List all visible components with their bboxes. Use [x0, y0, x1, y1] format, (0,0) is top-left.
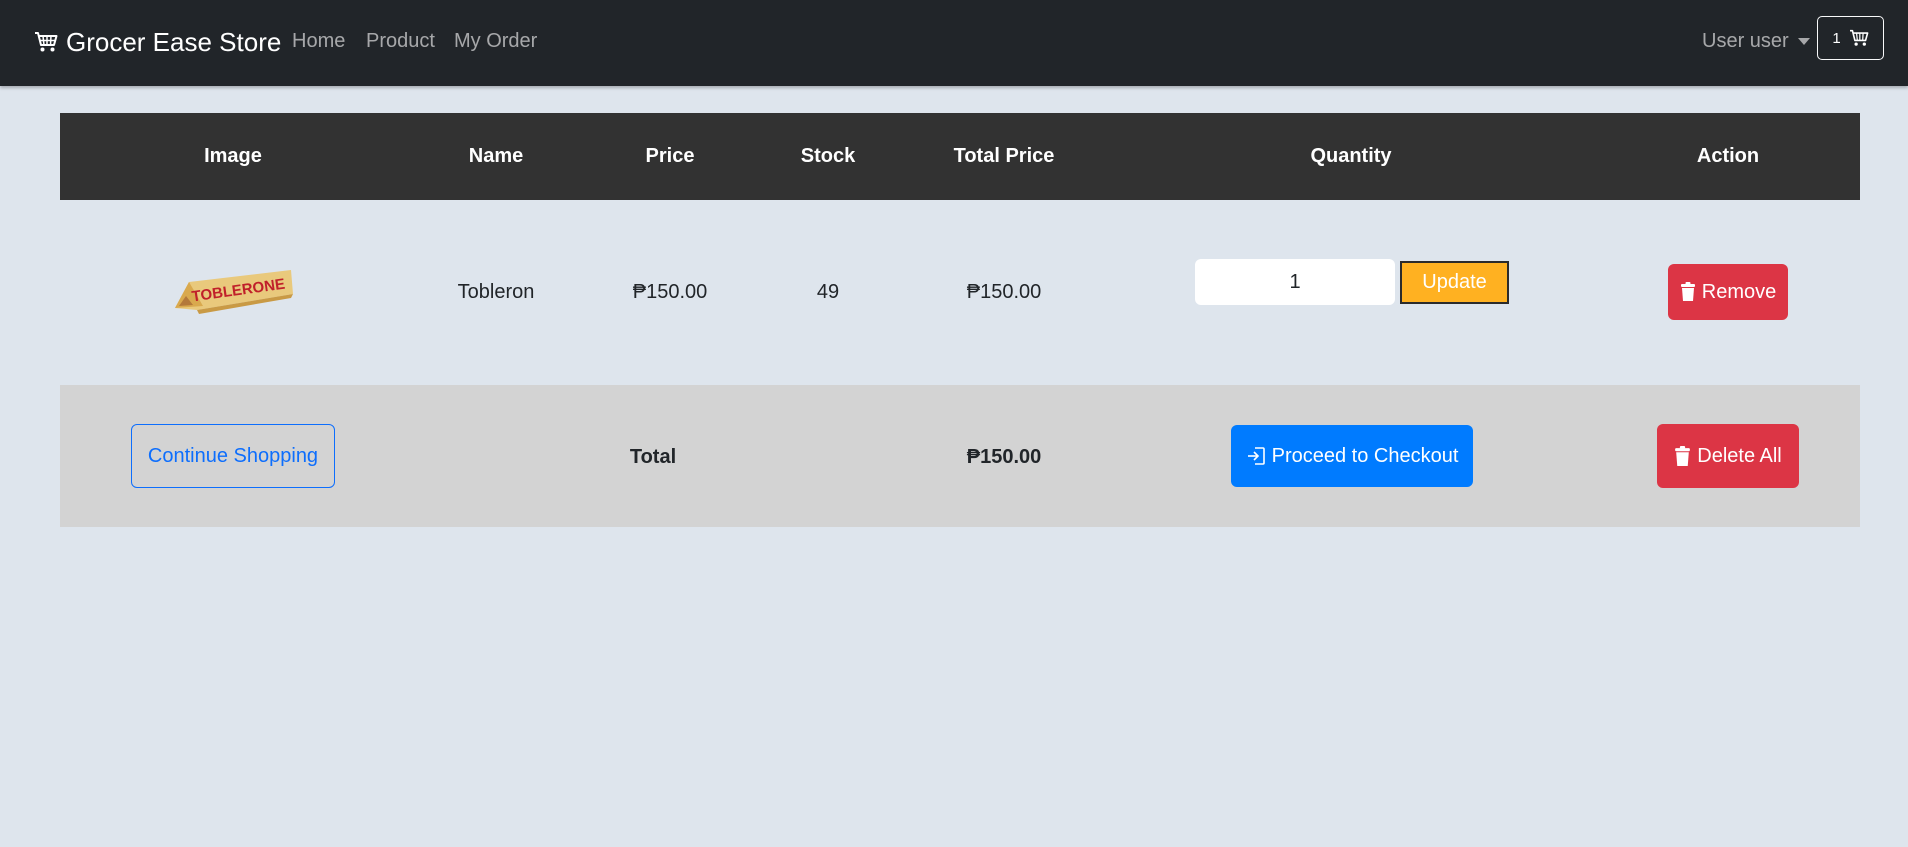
cart-button[interactable]: 1 — [1817, 16, 1884, 60]
brand[interactable]: Grocer Ease Store — [34, 24, 281, 60]
header-price: Price — [645, 145, 695, 167]
remove-button[interactable]: Remove — [1668, 264, 1788, 320]
nav-link-home[interactable]: Home — [292, 30, 345, 53]
product-stock: 49 — [816, 281, 840, 303]
update-button[interactable]: Update — [1400, 261, 1509, 304]
toblerone-product-image: TOBLERONE — [175, 270, 293, 314]
remove-label: Remove — [1701, 280, 1777, 303]
product-price: ₱150.00 — [632, 281, 708, 303]
nav-link-my-order[interactable]: My Order — [454, 30, 537, 53]
checkout-label: Proceed to Checkout — [1271, 444, 1459, 467]
quantity-input[interactable] — [1195, 259, 1395, 305]
delete-all-label: Delete All — [1697, 444, 1782, 467]
header-total-price: Total Price — [953, 145, 1055, 167]
table-header: Image Name Price Stock Total Price Quant… — [60, 113, 1860, 200]
total-value: ₱150.00 — [966, 446, 1042, 468]
caret-down-icon — [1797, 38, 1810, 45]
cart-icon — [1849, 29, 1869, 46]
product-total-price: ₱150.00 — [966, 281, 1042, 303]
user-name: User user — [1702, 30, 1789, 52]
header-image: Image — [204, 145, 262, 167]
header-name: Name — [468, 145, 524, 167]
trash-icon — [1675, 445, 1691, 466]
product-name: Tobleron — [457, 281, 535, 303]
continue-shopping-button[interactable]: Continue Shopping — [131, 424, 335, 488]
brand-name: Grocer Ease Store — [66, 26, 282, 57]
cart-icon — [35, 32, 58, 52]
delete-all-button[interactable]: Delete All — [1657, 424, 1799, 488]
header-stock: Stock — [800, 145, 856, 167]
proceed-to-checkout-button[interactable]: Proceed to Checkout — [1231, 425, 1473, 487]
nav-link-product[interactable]: Product — [366, 30, 435, 53]
sign-in-icon — [1247, 447, 1265, 465]
user-menu-dropdown[interactable]: User user — [1702, 30, 1810, 53]
cart-count-badge: 1 — [1832, 29, 1841, 47]
total-label: Total — [629, 446, 677, 468]
trash-icon — [1680, 282, 1695, 301]
header-quantity: Quantity — [1310, 145, 1392, 167]
navbar: Grocer Ease Store Home Product My Order … — [0, 0, 1908, 86]
header-action: Action — [1696, 145, 1760, 167]
